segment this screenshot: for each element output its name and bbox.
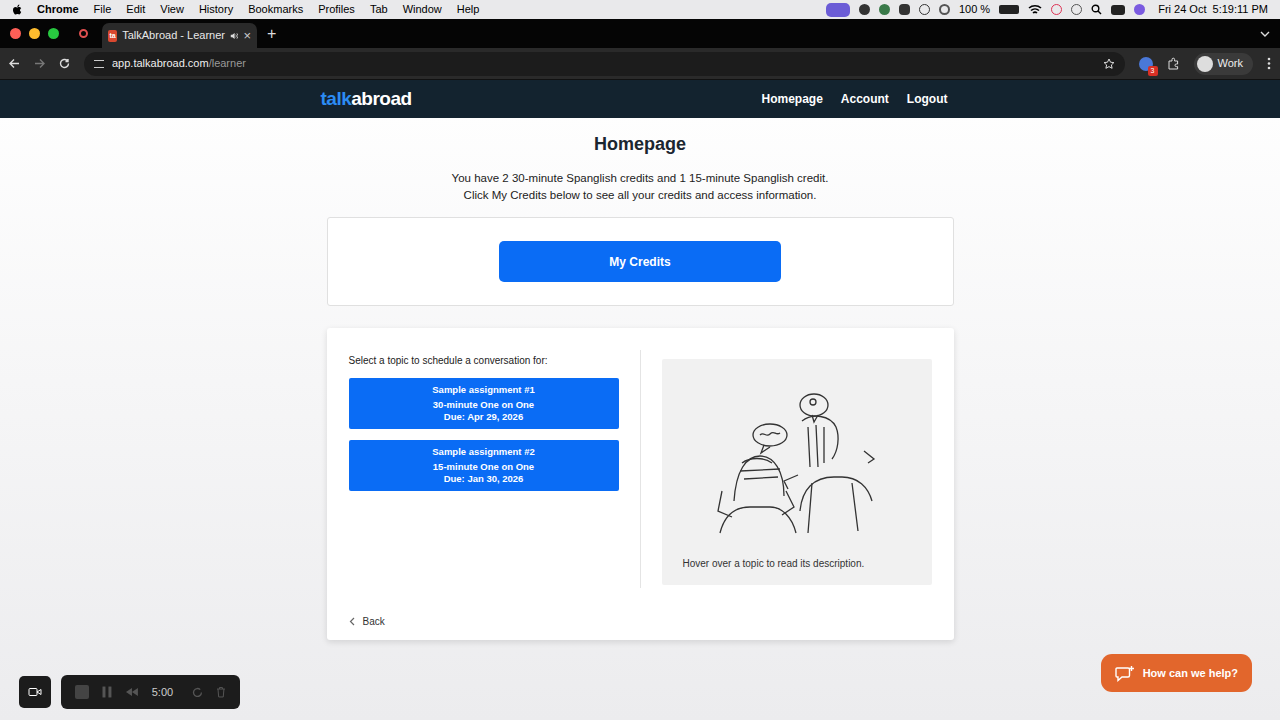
help-button[interactable]: How can we help? (1101, 654, 1252, 692)
stop-icon[interactable] (75, 685, 89, 699)
siri-icon[interactable] (1134, 4, 1145, 15)
menu-item[interactable]: Edit (126, 1, 145, 18)
menu-item[interactable]: Tab (370, 1, 388, 18)
recorder-time: 5:00 (152, 684, 173, 701)
menu-dots-icon[interactable] (1267, 57, 1271, 70)
assignment-button[interactable]: Sample assignment #215-minute One on One… (349, 440, 619, 491)
battery-percent: 100 % (959, 1, 990, 18)
restart-icon[interactable] (192, 687, 203, 698)
credits-card: My Credits (327, 217, 954, 306)
play-icon[interactable] (919, 4, 930, 15)
search-icon[interactable] (1091, 4, 1102, 15)
description-panel: Hover over a topic to read its descripti… (662, 359, 932, 585)
tab-close-button[interactable]: × (243, 29, 251, 42)
nav-link[interactable]: Logout (907, 90, 948, 108)
menu-item[interactable]: Bookmarks (248, 1, 303, 18)
rewind-icon[interactable] (125, 687, 139, 697)
extensions-puzzle-icon[interactable] (1167, 57, 1180, 70)
nav-link[interactable]: Homepage (761, 90, 822, 108)
column-divider (640, 350, 641, 588)
clock-icon[interactable] (1071, 4, 1082, 15)
assignment-button[interactable]: Sample assignment #130-minute One on One… (349, 378, 619, 429)
apple-icon[interactable] (12, 4, 23, 16)
reload-icon[interactable] (59, 58, 70, 69)
status-icon[interactable] (1051, 4, 1062, 15)
description-hint: Hover over a topic to read its descripti… (683, 556, 865, 571)
wifi-icon[interactable] (1028, 4, 1042, 15)
camera-button[interactable] (19, 676, 51, 708)
site-info-icon[interactable] (94, 60, 104, 68)
maximize-window-icon[interactable] (48, 28, 59, 39)
site-navbar: talkabroad Homepage Account Logout (0, 80, 1280, 118)
bookmark-star-icon[interactable] (1103, 58, 1115, 70)
avatar-icon (1197, 56, 1213, 72)
menu-item[interactable]: Help (457, 1, 480, 18)
conversation-illustration (712, 391, 882, 536)
extension-button[interactable]: 3 (1139, 57, 1153, 71)
extension-badge: 3 (1148, 66, 1158, 76)
url: app.talkabroad.com/learner (112, 55, 246, 72)
browser-tab[interactable]: ta TalkAbroad - Learner × (102, 23, 257, 48)
airdrop-icon[interactable] (939, 4, 950, 15)
speaker-icon[interactable] (230, 31, 238, 41)
tab-strip: ta TalkAbroad - Learner × + (0, 19, 1280, 48)
topics-column: Select a topic to schedule a conversatio… (327, 328, 640, 610)
topics-card: Select a topic to schedule a conversatio… (327, 328, 954, 640)
web-page: talkabroad Homepage Account Logout Homepage Y… (0, 80, 1280, 720)
credits-summary: You have 2 30-minute Spanglish credits a… (327, 170, 954, 204)
tab-title: TalkAbroad - Learner (122, 27, 225, 44)
menu-item[interactable]: History (199, 1, 233, 18)
toolbar: app.talkabroad.com/learner 3 Work (0, 48, 1280, 80)
my-credits-button[interactable]: My Credits (499, 241, 781, 282)
tab-list-icon[interactable] (1260, 31, 1270, 37)
new-tab-button[interactable]: + (267, 26, 276, 42)
recorder-controls: 5:00 (61, 675, 240, 709)
menu-item[interactable]: View (160, 1, 184, 18)
menu-item[interactable]: Profiles (318, 1, 355, 18)
address-bar[interactable]: app.talkabroad.com/learner (84, 52, 1125, 76)
browser-chrome: ta TalkAbroad - Learner × + app.talkabroad.c… (0, 19, 1280, 80)
menu-item[interactable]: Window (403, 1, 442, 18)
pause-icon[interactable] (102, 686, 112, 698)
screen: Chrome File Edit View History Bookmarks Profil… (0, 0, 1280, 720)
control-center-icon[interactable] (1111, 5, 1125, 15)
zoom-icon[interactable] (899, 4, 910, 15)
chat-bubble-icon (1115, 665, 1135, 682)
nav-link[interactable]: Account (841, 90, 889, 108)
profile-button[interactable]: Work (1194, 53, 1253, 75)
minimize-window-icon[interactable] (29, 28, 40, 39)
page-heading: Homepage (327, 133, 954, 155)
camera-icon (28, 687, 42, 697)
close-window-icon[interactable] (10, 28, 21, 39)
recorder-widget: 5:00 (19, 675, 240, 709)
extension-icon[interactable] (859, 4, 870, 15)
site-logo[interactable]: talkabroad (321, 85, 412, 114)
app-icon[interactable] (879, 4, 890, 15)
battery-icon[interactable] (999, 5, 1019, 14)
app-menu[interactable]: Chrome (37, 1, 79, 18)
screen-icon[interactable] (826, 3, 850, 17)
topics-prompt: Select a topic to schedule a conversatio… (349, 355, 619, 367)
menu-item[interactable]: File (94, 1, 112, 18)
menu-bar: Chrome File Edit View History Bookmarks Profil… (0, 0, 1280, 19)
recording-icon (79, 29, 88, 38)
back-icon[interactable] (9, 58, 20, 69)
back-link[interactable]: Back (327, 610, 954, 640)
favicon: ta (108, 30, 117, 42)
chevron-left-icon (349, 617, 355, 626)
forward-icon[interactable] (34, 58, 45, 69)
clock[interactable]: Fri 24 Oct 5:19:11 PM (1158, 1, 1268, 18)
trash-icon[interactable] (216, 686, 226, 698)
